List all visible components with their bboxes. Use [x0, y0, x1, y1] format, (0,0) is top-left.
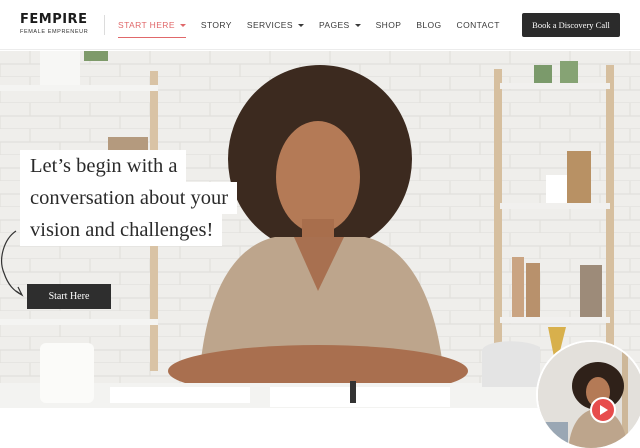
hero-headline: Let’s begin with a conversation about yo…: [20, 150, 238, 246]
nav-item-pages[interactable]: PAGES: [319, 0, 361, 50]
headline-line: Let’s begin with a: [20, 150, 187, 182]
play-button[interactable]: [590, 397, 616, 423]
site-logo[interactable]: FEMPIRE FEMALE EMPRENEUR: [20, 13, 94, 36]
start-here-button[interactable]: Start Here: [27, 284, 111, 309]
play-icon: [600, 405, 608, 415]
chevron-down-icon: [179, 23, 186, 27]
nav-item-story[interactable]: STORY: [201, 0, 232, 50]
nav-item-contact[interactable]: CONTACT: [457, 0, 500, 50]
nav-item-shop[interactable]: SHOP: [376, 0, 402, 50]
site-header: FEMPIRE FEMALE EMPRENEUR START HERE STOR…: [0, 0, 640, 50]
nav-item-label: START HERE: [118, 20, 175, 30]
nav-item-label: BLOG: [416, 20, 442, 30]
active-underline: [118, 37, 186, 38]
main-nav: START HERE STORY SERVICES PAGES SHOP BLO…: [118, 0, 515, 50]
nav-item-label: STORY: [200, 20, 232, 30]
nav-item-blog[interactable]: BLOG: [416, 0, 441, 50]
nav-item-label: CONTACT: [456, 20, 500, 30]
headline-line: vision and challenges!: [20, 214, 223, 246]
chevron-down-icon: [297, 23, 304, 27]
chevron-down-icon: [354, 23, 361, 27]
logo-wordmark: FEMPIRE: [20, 12, 88, 27]
headline-line: conversation about your: [20, 182, 238, 214]
nav-item-start-here[interactable]: START HERE: [118, 0, 186, 50]
video-bubble[interactable]: [536, 340, 640, 448]
video-thumbnail: [538, 342, 640, 448]
nav-item-label: SHOP: [375, 20, 402, 30]
book-discovery-call-button[interactable]: Book a Discovery Call: [522, 13, 620, 37]
nav-item-label: SERVICES: [246, 20, 293, 30]
hero-section: Let’s begin with a conversation about yo…: [0, 51, 640, 408]
logo-tagline: FEMALE EMPRENEUR: [20, 29, 89, 35]
nav-item-services[interactable]: SERVICES: [247, 0, 304, 50]
logo-divider: [104, 15, 105, 35]
nav-item-label: PAGES: [318, 20, 350, 30]
